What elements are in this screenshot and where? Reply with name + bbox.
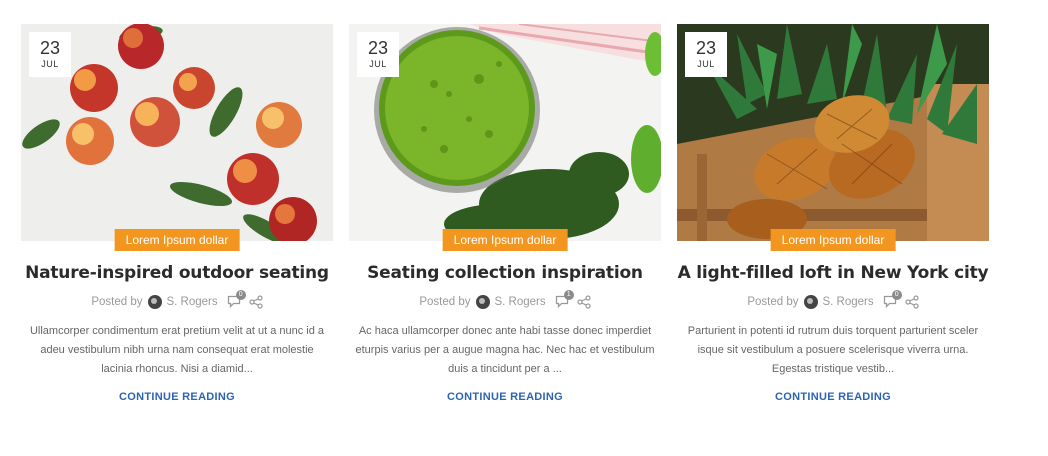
post-image-peaches[interactable]: 23 JUL: [21, 24, 333, 241]
post-meta: Posted by S. Rogers 0: [21, 290, 333, 311]
post-author[interactable]: S. Rogers: [495, 296, 546, 308]
post-author[interactable]: S. Rogers: [167, 296, 218, 308]
share-icon[interactable]: [249, 295, 263, 309]
share-icon[interactable]: [577, 295, 591, 309]
post-title[interactable]: Nature-inspired outdoor seating: [21, 262, 333, 284]
author-avatar: [147, 295, 162, 309]
post-category-badge[interactable]: Lorem Ipsum dollar: [442, 229, 568, 251]
post-excerpt: Parturient in potenti id rutrum duis tor…: [687, 325, 979, 375]
post-author[interactable]: S. Rogers: [823, 296, 874, 308]
comments-link[interactable]: 0: [226, 290, 246, 310]
post-date-badge: 23 JUL: [685, 32, 727, 77]
blog-post-card: 23 JUL Lorem Ipsum dollar A light-filled…: [677, 24, 989, 405]
post-meta: Posted by S. Rogers 0: [677, 290, 989, 311]
author-avatar: [803, 295, 818, 309]
comment-count: 0: [891, 290, 902, 300]
post-title[interactable]: A light-filled loft in New York city: [677, 262, 989, 284]
post-date-badge: 23 JUL: [357, 32, 399, 77]
post-date-day: 23: [39, 38, 61, 58]
post-date-month: JUL: [369, 59, 387, 69]
comments-link[interactable]: 0: [882, 290, 902, 310]
blog-post-card: 23 JUL Lorem Ipsum dollar Nature-inspire…: [21, 24, 333, 405]
posted-by-label: Posted by: [747, 296, 799, 308]
share-icon[interactable]: [905, 295, 919, 309]
post-image-smoothie[interactable]: 23 JUL: [349, 24, 661, 241]
posted-by-label: Posted by: [419, 296, 471, 308]
posted-by-label: Posted by: [91, 296, 143, 308]
blog-post-card: 23 JUL Lorem Ipsum dollar Seating collec…: [349, 24, 661, 405]
post-date-day: 23: [367, 38, 389, 58]
comment-count: 1: [563, 290, 574, 300]
post-date-badge: 23 JUL: [29, 32, 71, 77]
post-excerpt: Ullamcorper condimentum erat pretium vel…: [29, 325, 325, 375]
post-title[interactable]: Seating collection inspiration: [349, 262, 661, 284]
comment-count: 0: [235, 290, 246, 300]
post-meta: Posted by S. Rogers 1: [349, 290, 661, 311]
post-image-pineapples[interactable]: 23 JUL: [677, 24, 989, 241]
continue-reading-link[interactable]: CONTINUE READING: [447, 391, 563, 403]
continue-reading-link[interactable]: CONTINUE READING: [119, 391, 235, 403]
post-date-month: JUL: [41, 59, 59, 69]
post-date-day: 23: [695, 38, 717, 58]
post-category-badge[interactable]: Lorem Ipsum dollar: [114, 229, 240, 251]
comments-link[interactable]: 1: [554, 290, 574, 310]
post-excerpt: Ac haca ullamcorper donec ante habi tass…: [355, 325, 655, 375]
blog-posts-grid: 23 JUL Lorem Ipsum dollar Nature-inspire…: [21, 24, 989, 405]
post-date-month: JUL: [697, 59, 715, 69]
post-category-badge[interactable]: Lorem Ipsum dollar: [770, 229, 896, 251]
continue-reading-link[interactable]: CONTINUE READING: [775, 391, 891, 403]
author-avatar: [475, 295, 490, 309]
